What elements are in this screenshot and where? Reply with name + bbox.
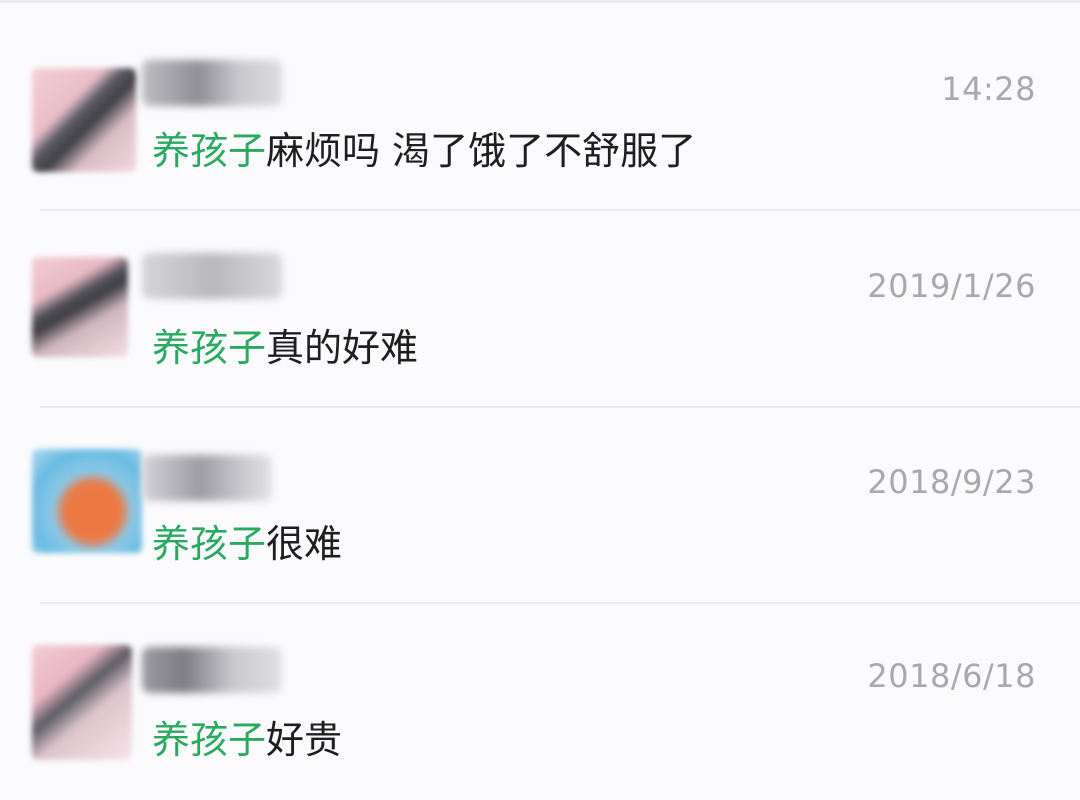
avatar[interactable]	[32, 68, 136, 172]
result-row[interactable]: 2019/1/26 养孩子真的好难	[0, 213, 1080, 408]
message-timestamp: 2019/1/26	[867, 267, 1036, 305]
nickname-redacted	[142, 253, 282, 299]
message-text: 真的好难	[266, 326, 419, 370]
avatar[interactable]	[32, 257, 128, 357]
message-text: 好贵	[266, 718, 343, 762]
avatar[interactable]	[32, 645, 132, 760]
message-timestamp: 14:28	[941, 70, 1036, 108]
avatar[interactable]	[32, 449, 142, 553]
keyword-highlight: 养孩子	[152, 326, 267, 370]
message-text: 很难	[266, 522, 343, 566]
keyword-highlight: 养孩子	[152, 718, 267, 762]
result-row[interactable]: 2018/6/18 养孩子好贵	[0, 605, 1080, 800]
keyword-highlight: 养孩子	[152, 129, 267, 173]
result-row[interactable]: 2018/9/23 养孩子很难	[0, 409, 1080, 604]
row-divider	[40, 602, 1080, 604]
message-timestamp: 2018/6/18	[867, 657, 1036, 695]
message-timestamp: 2018/9/23	[867, 463, 1036, 501]
nickname-redacted	[142, 647, 282, 693]
row-divider	[40, 209, 1080, 211]
message-text: 麻烦吗 渴了饿了不舒服了	[266, 129, 697, 173]
nickname-redacted	[142, 60, 282, 106]
row-divider	[40, 406, 1080, 408]
message-preview: 养孩子好贵	[152, 709, 342, 764]
nickname-redacted	[142, 455, 272, 501]
message-preview: 养孩子很难	[152, 513, 342, 568]
message-preview: 养孩子麻烦吗 渴了饿了不舒服了	[152, 120, 696, 175]
keyword-highlight: 养孩子	[152, 522, 267, 566]
chat-search-results-list: 14:28 养孩子麻烦吗 渴了饿了不舒服了 2019/1/26 养孩子真的好难 …	[0, 0, 1080, 762]
result-row[interactable]: 14:28 养孩子麻烦吗 渴了饿了不舒服了	[0, 16, 1080, 211]
message-preview: 养孩子真的好难	[152, 317, 418, 372]
